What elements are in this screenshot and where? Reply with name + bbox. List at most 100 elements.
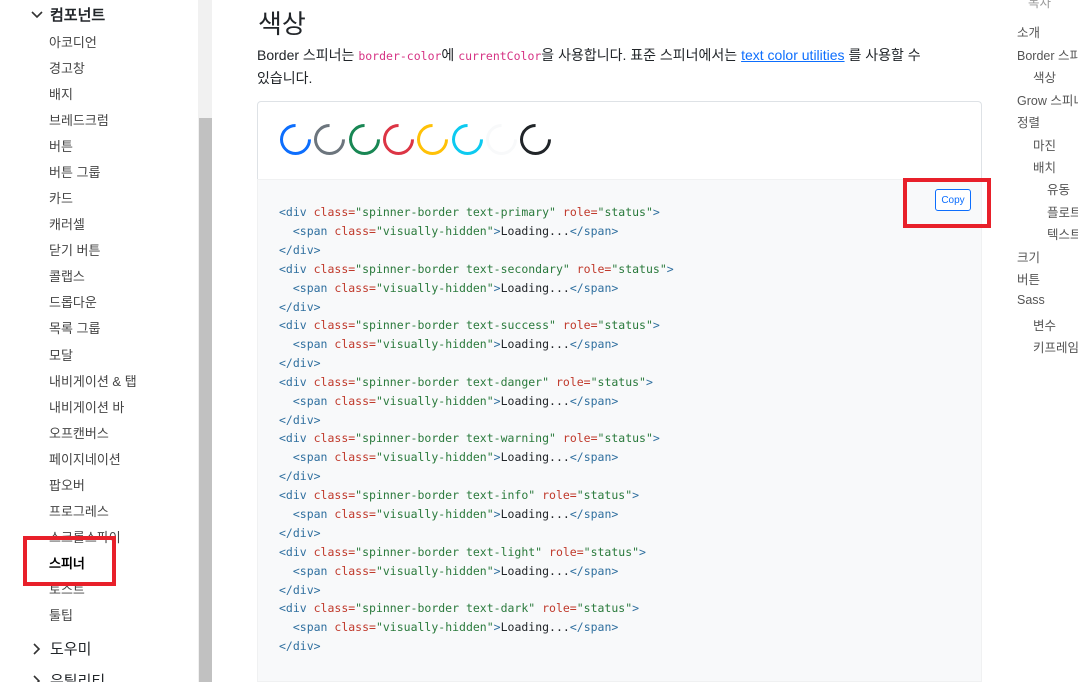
code-attr: role=	[555, 318, 598, 333]
toc-item[interactable]: 마진	[1033, 135, 1056, 154]
code-line: <div class="spinner-border text-success"…	[279, 318, 660, 332]
code-attr: role=	[569, 261, 612, 276]
toc-item[interactable]: 플로트	[1047, 202, 1078, 221]
sidebar-item[interactable]: 드롭다운	[49, 292, 97, 311]
code-attr: role=	[542, 544, 584, 559]
sidebar-item[interactable]: 경고창	[49, 58, 85, 77]
toc-item[interactable]: 색상	[1033, 67, 1056, 86]
code-line: <span class="visually-hidden">Loading...…	[279, 450, 618, 464]
toc-item[interactable]: 버튼	[1017, 269, 1040, 288]
text-color-utilities-link[interactable]: text color utilities	[741, 47, 844, 63]
toc-item[interactable]: 키프레임	[1033, 337, 1078, 356]
code-attr: class=	[327, 563, 376, 578]
highlight-box-sidebar	[23, 536, 116, 586]
toc-item[interactable]: 변수	[1033, 315, 1056, 334]
code-string: "status"	[611, 261, 667, 276]
code-tag: <div	[279, 318, 307, 333]
code-line: <span class="visually-hidden">Loading...…	[279, 224, 618, 238]
code-tag: </div>	[279, 299, 321, 314]
code-tag: <div	[279, 544, 307, 559]
sidebar-item[interactable]: 버튼	[49, 136, 73, 155]
code-line: <div class="spinner-border text-primary"…	[279, 205, 660, 219]
sidebar-item[interactable]: 카드	[49, 188, 73, 207]
code-tag: >	[493, 507, 501, 521]
toc-item[interactable]: 유동	[1047, 179, 1070, 198]
sidebar-group-label: 유틸리티	[50, 673, 106, 682]
sidebar-item[interactable]: 배지	[49, 84, 73, 103]
code-tag: </div>	[279, 469, 321, 484]
toc-item[interactable]: 배치	[1033, 157, 1056, 176]
sidebar-item[interactable]: 브레드크럼	[49, 110, 109, 129]
sidebar-item[interactable]: 내비게이션 & 탭	[49, 371, 137, 390]
code-attr: role=	[555, 205, 598, 219]
sidebar-item[interactable]: 아코디언	[49, 32, 97, 51]
code-string: "spinner-border text-secondary"	[355, 261, 570, 276]
sidebar-item[interactable]: 팝오버	[49, 475, 85, 494]
code-line: </div>	[279, 356, 321, 370]
code-tag: <span	[292, 337, 328, 352]
code-tag: >	[493, 620, 501, 635]
sidebar-item[interactable]: 페이지네이션	[49, 449, 121, 468]
code-string: "status"	[597, 205, 653, 219]
toc-heading: 목차	[1028, 0, 1052, 10]
sidebar-group-label: 도우미	[50, 641, 92, 658]
sidebar-item[interactable]: 내비게이션 바	[49, 397, 124, 416]
sidebar-item[interactable]: 콜랩스	[49, 266, 85, 285]
sidebar-item[interactable]: 툴팁	[49, 605, 73, 624]
code-tag: >	[632, 488, 640, 502]
desc-text: Border 스피너는	[257, 47, 359, 63]
code-tag: <span	[292, 393, 328, 408]
sidebar-item[interactable]: 버튼 그룹	[49, 162, 100, 181]
sidebar-group-components[interactable]: 컴포넌트	[30, 4, 105, 25]
sidebar-item[interactable]: 프로그레스	[49, 501, 109, 520]
code-string: "status"	[576, 601, 633, 616]
code-tag: >	[652, 431, 660, 446]
code-attr: class=	[306, 601, 356, 616]
code-text: Loading...	[500, 280, 570, 295]
sidebar-item[interactable]: 캐러셀	[49, 214, 85, 233]
toc-item[interactable]: 텍스트	[1047, 224, 1078, 243]
code-line: <div class="spinner-border text-warning"…	[279, 431, 660, 445]
code-tag: </span>	[569, 620, 619, 635]
code-line: </div>	[279, 639, 321, 653]
sidebar-item[interactable]: 닫기 버튼	[49, 240, 100, 259]
sidebar-scrollbar-thumb[interactable]	[199, 118, 212, 682]
code-tag: <div	[279, 374, 307, 389]
code-tag: <span	[292, 620, 328, 635]
desc-text: 를 사용할 수	[844, 47, 921, 63]
code-text: Loading...	[500, 337, 570, 352]
code-tag: >	[493, 393, 501, 408]
sidebar-item[interactable]: 오프캔버스	[49, 423, 109, 442]
code-tag: </span>	[569, 450, 619, 465]
code-attr: class=	[306, 205, 356, 219]
code-attr: class=	[327, 450, 376, 465]
code-string: "spinner-border text-success"	[355, 318, 556, 333]
toc-item[interactable]: Sass	[1017, 293, 1045, 307]
sidebar-item[interactable]: 모달	[49, 345, 73, 364]
spinner-primary	[273, 117, 318, 162]
toc-item[interactable]: 크기	[1017, 247, 1040, 266]
code-tag: >	[493, 563, 501, 578]
code-tag: </div>	[279, 356, 321, 371]
toc-item[interactable]: Grow 스피너	[1017, 90, 1078, 109]
toc-item[interactable]: 소개	[1017, 22, 1040, 41]
sidebar-item[interactable]: 목록 그룹	[49, 318, 100, 337]
code-tag: >	[652, 318, 660, 333]
sidebar-group-helpers[interactable]: 도우미	[30, 638, 91, 659]
code-attr: role=	[555, 431, 598, 446]
code-tag: </div>	[279, 412, 321, 427]
code-line: <div class="spinner-border text-light" r…	[279, 545, 646, 559]
inline-code: currentColor	[458, 49, 542, 63]
spinner-example-preview	[257, 101, 982, 179]
chevron-right-icon	[33, 642, 41, 655]
code-line: <span class="visually-hidden">Loading...…	[279, 507, 618, 521]
toc-item[interactable]: Border 스피너	[1017, 45, 1078, 64]
toc-item[interactable]: 정렬	[1017, 112, 1040, 131]
sidebar-group-utilities[interactable]: 유틸리티	[30, 670, 105, 682]
code-tag: >	[493, 224, 501, 238]
code-tag: <span	[292, 224, 328, 238]
spinner-secondary	[307, 117, 352, 162]
code-tag: <span	[292, 280, 328, 295]
code-tag: >	[493, 450, 501, 465]
code-string: "spinner-border text-info"	[355, 488, 536, 502]
